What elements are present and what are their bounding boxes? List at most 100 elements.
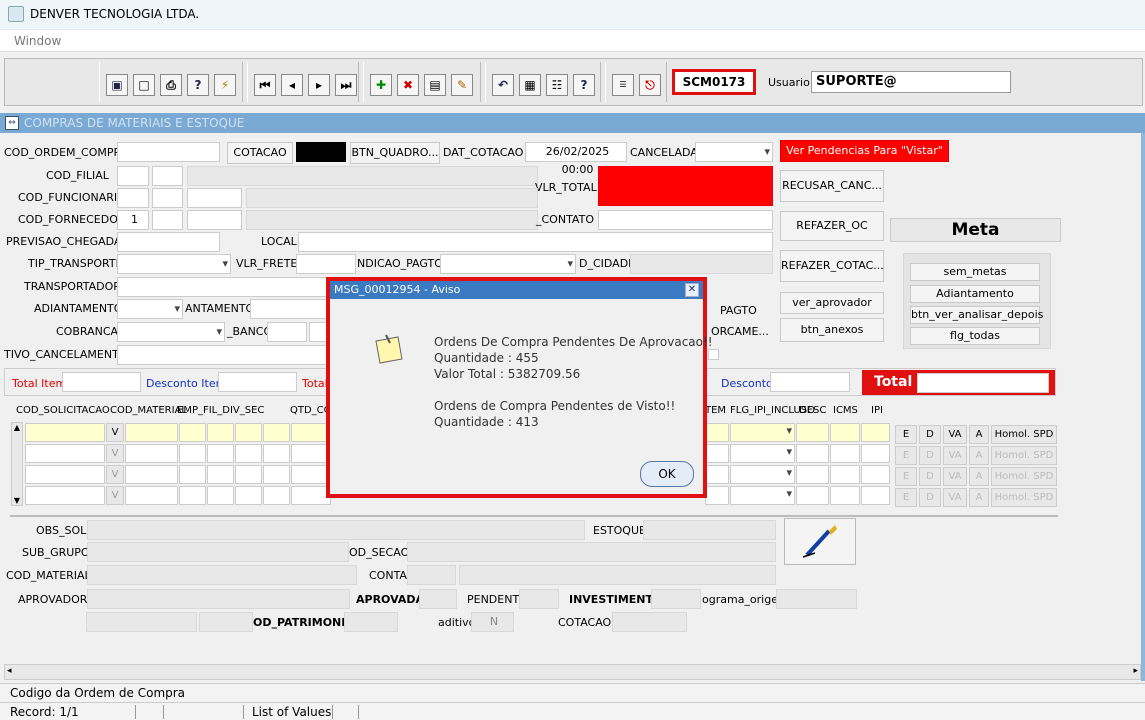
desconto-item-field[interactable] — [218, 372, 297, 392]
grid-cell[interactable] — [207, 465, 234, 484]
clipboard-icon[interactable]: ▦ — [519, 74, 541, 96]
grid-cell[interactable] — [796, 486, 829, 505]
scroll-up-icon[interactable]: ▲ — [12, 423, 22, 432]
exit-icon[interactable]: ⎋ — [639, 74, 661, 96]
grid-a-button[interactable]: A — [969, 488, 989, 507]
grid-cell[interactable] — [796, 423, 829, 442]
horizontal-scrollbar[interactable]: ◂ ▸ — [4, 664, 1141, 680]
grid-cell[interactable] — [705, 423, 729, 442]
grid-cell[interactable] — [830, 423, 860, 442]
grid-cell[interactable] — [179, 444, 206, 463]
antamento-field[interactable] — [250, 299, 327, 319]
grid-e-button[interactable]: E — [895, 488, 917, 507]
grid-cell[interactable] — [705, 465, 729, 484]
grid-homol-spd-button[interactable]: Homol. SPD — [991, 425, 1057, 444]
insert-record-icon[interactable]: ✚ — [370, 74, 392, 96]
grid-homol-spd-button[interactable]: Homol. SPD — [991, 446, 1057, 465]
grid-cell[interactable] — [830, 444, 860, 463]
grid-homol-spd-button[interactable]: Homol. SPD — [991, 488, 1057, 507]
last-record-icon[interactable]: ⏭ — [335, 74, 357, 96]
grid-cell[interactable] — [235, 486, 262, 505]
flg-todas-button[interactable]: flg_todas — [910, 327, 1040, 345]
grid-cell[interactable] — [705, 444, 729, 463]
grid-cell[interactable] — [263, 423, 290, 442]
cod-funcionario-field[interactable] — [117, 188, 149, 208]
duplicate-icon[interactable]: ▤ — [424, 74, 446, 96]
grid-cell[interactable] — [179, 465, 206, 484]
grid-cell[interactable] — [207, 444, 234, 463]
grid-va-button[interactable]: VA — [943, 467, 967, 486]
cod-fornecedor-2-field[interactable] — [152, 210, 183, 230]
ok-button[interactable]: OK — [640, 461, 694, 487]
grid-v-button[interactable]: V — [106, 465, 124, 484]
menu-window[interactable]: Window — [14, 34, 61, 48]
grid-scrollbar[interactable]: ▲ ▼ — [11, 422, 23, 506]
menu-icon[interactable]: ☰ — [612, 74, 634, 96]
grid-cell[interactable] — [861, 465, 890, 484]
grid-cell[interactable] — [861, 423, 890, 442]
window-icon[interactable]: □ — [133, 74, 155, 96]
grid-cell[interactable] — [830, 486, 860, 505]
query-icon[interactable]: ? — [187, 74, 209, 96]
grid-cell[interactable] — [235, 423, 262, 442]
previous-record-icon[interactable]: ◂ — [281, 74, 303, 96]
refazer-cotac-button[interactable]: REFAZER_COTAC... — [780, 250, 884, 282]
cotacao-button[interactable]: COTACAO — [227, 142, 293, 164]
grid-d-button[interactable]: D — [919, 425, 941, 444]
checkbox-field[interactable] — [708, 349, 719, 360]
grid-cell[interactable] — [235, 444, 262, 463]
grid-cell[interactable] — [861, 444, 890, 463]
grid-a-button[interactable]: A — [969, 425, 989, 444]
grid-homol-spd-button[interactable]: Homol. SPD — [991, 467, 1057, 486]
help-icon[interactable]: ? — [573, 74, 595, 96]
grid-v-button[interactable]: V — [106, 486, 124, 505]
grid-cell[interactable] — [125, 423, 178, 442]
grid-cell[interactable] — [25, 444, 105, 463]
btn-quadro-button[interactable]: BTN_QUADRO... — [350, 142, 440, 164]
grid-cell[interactable] — [263, 486, 290, 505]
adiantamento-select[interactable] — [117, 299, 183, 319]
edit-pen-button[interactable] — [784, 518, 856, 565]
grid-cell[interactable] — [179, 423, 206, 442]
grid-cell[interactable] — [291, 465, 331, 484]
cotacao-field[interactable] — [296, 142, 346, 162]
contato-field[interactable] — [598, 210, 773, 230]
cancelada-select[interactable] — [695, 142, 773, 162]
grid-cell[interactable] — [291, 423, 331, 442]
transportador-field[interactable] — [117, 277, 327, 297]
ver-aprovador-button[interactable]: ver_aprovador — [780, 292, 884, 314]
scroll-down-icon[interactable]: ▼ — [12, 496, 22, 505]
grid-cell[interactable] — [25, 465, 105, 484]
previsao-chegada-field[interactable] — [117, 232, 220, 252]
lov-icon[interactable]: ☷ — [546, 74, 568, 96]
print-icon[interactable]: ⎙ — [160, 74, 182, 96]
grid-cell[interactable] — [125, 444, 178, 463]
grid-v-button[interactable]: V — [106, 423, 124, 442]
cod-ordem-compra-field[interactable] — [117, 142, 220, 162]
grid-cell[interactable] — [796, 465, 829, 484]
motivo-cancelamento-field[interactable] — [117, 345, 327, 365]
banco-2-field[interactable] — [309, 322, 327, 342]
grid-cell[interactable] — [830, 465, 860, 484]
grid-cell[interactable] — [125, 465, 178, 484]
grid-cell[interactable] — [861, 486, 890, 505]
cod-funcionario-3-field[interactable] — [187, 188, 242, 208]
grid-d-button[interactable]: D — [919, 467, 941, 486]
grid-cell[interactable] — [207, 486, 234, 505]
grid-a-button[interactable]: A — [969, 446, 989, 465]
grid-cell[interactable] — [235, 465, 262, 484]
cod-fornecedor-field[interactable]: 1 — [117, 210, 149, 230]
grid-select[interactable] — [730, 486, 795, 505]
local-field[interactable] — [298, 232, 773, 252]
grid-cell[interactable] — [179, 486, 206, 505]
grid-va-button[interactable]: VA — [943, 425, 967, 444]
grid-va-button[interactable]: VA — [943, 488, 967, 507]
cod-filial-2-field[interactable] — [152, 166, 183, 186]
grid-d-button[interactable]: D — [919, 446, 941, 465]
grid-v-button[interactable]: V — [106, 444, 124, 463]
grid-cell[interactable] — [291, 486, 331, 505]
grid-cell[interactable] — [207, 423, 234, 442]
grid-select[interactable] — [730, 465, 795, 484]
sem-metas-button[interactable]: sem_metas — [910, 263, 1040, 281]
btn-anexos-button[interactable]: btn_anexos — [780, 318, 884, 342]
